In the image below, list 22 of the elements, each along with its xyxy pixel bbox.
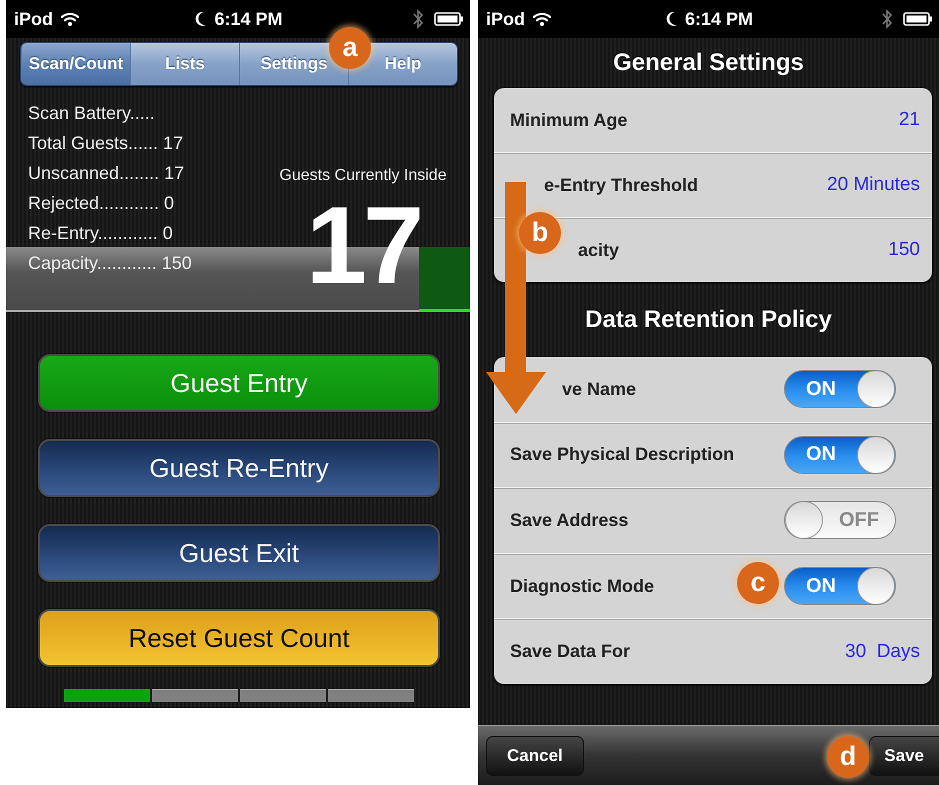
- stat-line: Capacity............ 150: [28, 252, 193, 275]
- setting-label: Save Physical Description: [510, 444, 734, 466]
- guest-count: 17: [306, 196, 420, 296]
- setting-label: Diagnostic Mode: [510, 576, 654, 597]
- stat-line: Unscanned........ 17: [28, 162, 186, 185]
- status-time: 6:14 PM: [214, 8, 283, 30]
- section-title: General Settings: [612, 48, 805, 78]
- setting-label: ve Name: [561, 378, 636, 400]
- carrier-name: iPod: [486, 8, 525, 30]
- setting-label: Save Address: [510, 510, 628, 531]
- stat-line: Re-Entry............ 0: [28, 222, 174, 245]
- setting-label: Save Data For: [510, 641, 630, 662]
- stat-line: Total Guests...... 17: [28, 132, 184, 155]
- setting-label: e-Entry Threshold: [543, 174, 698, 196]
- section-title: Data Retention Policy: [584, 304, 833, 334]
- carrier-name: iPod: [14, 8, 53, 30]
- stat-line: Scan Battery.....: [28, 102, 156, 125]
- stat-line: Rejected............ 0: [28, 192, 176, 215]
- setting-label: acity: [577, 240, 620, 260]
- setting-label: Minimum Age: [510, 110, 628, 130]
- count-label: Guests Currently Inside: [279, 166, 447, 186]
- status-time: 6:14 PM: [684, 8, 754, 30]
